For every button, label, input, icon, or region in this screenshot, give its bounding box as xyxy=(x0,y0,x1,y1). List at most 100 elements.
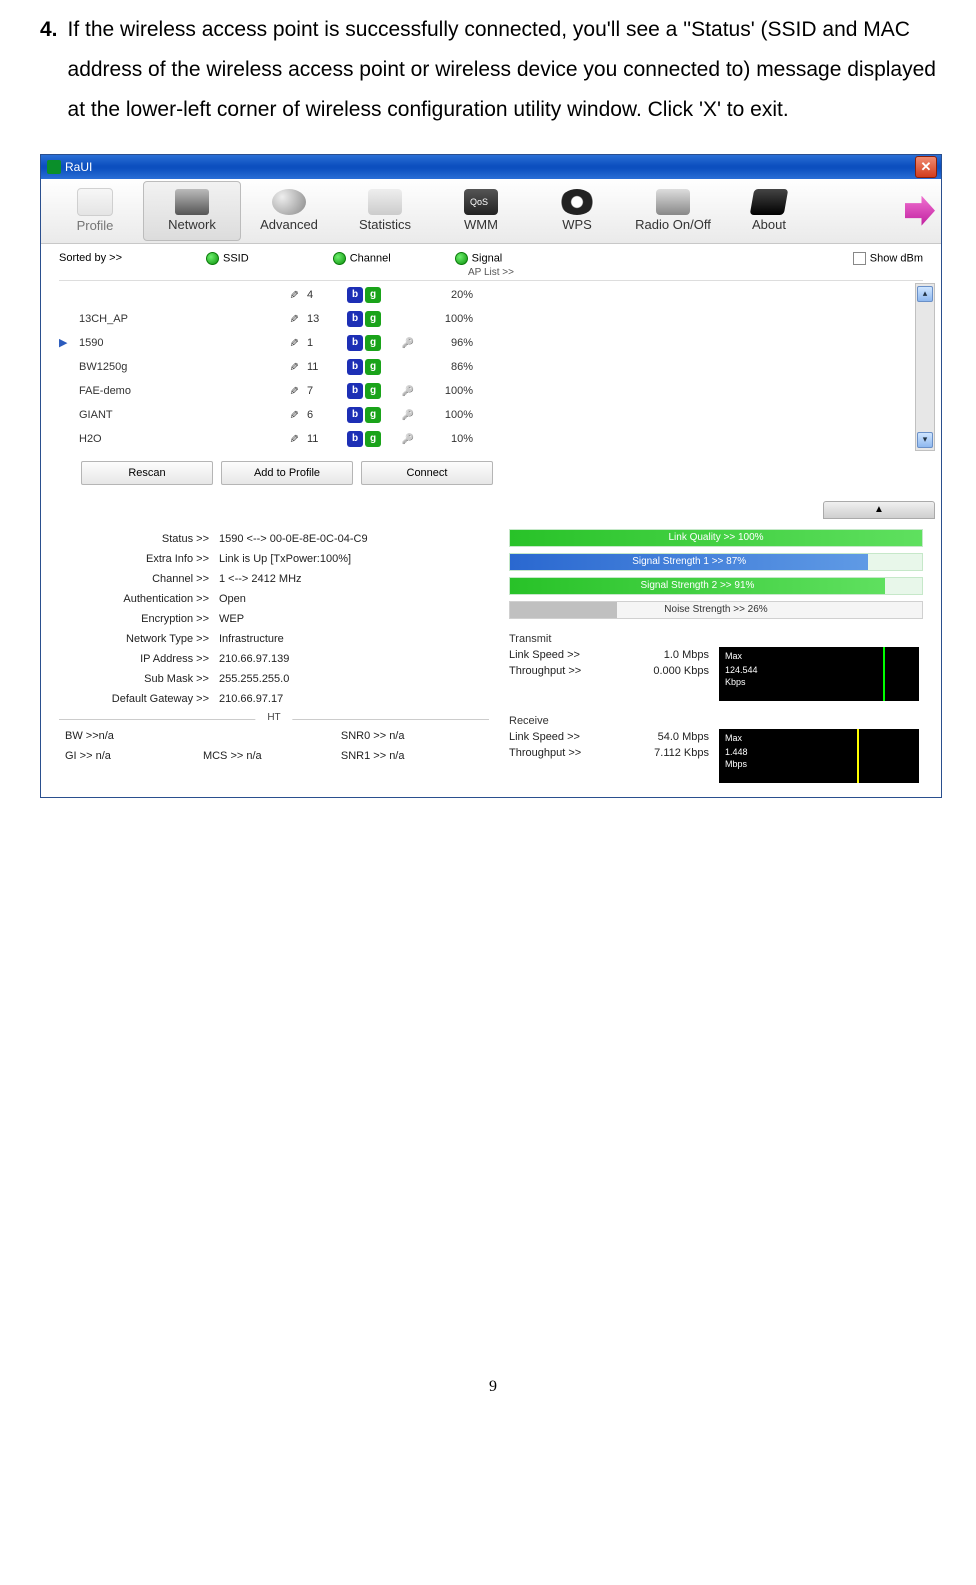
rx-linkspeed-value: 54.0 Mbps xyxy=(658,731,709,743)
radio-icon xyxy=(656,189,690,215)
gear-icon xyxy=(272,189,306,215)
page-number: 9 xyxy=(40,1378,946,1396)
gi-label: GI >> xyxy=(65,750,93,762)
ap-signal-bar xyxy=(483,409,911,421)
tab-wmm[interactable]: WMM xyxy=(433,182,529,240)
tab-advanced[interactable]: Advanced xyxy=(241,182,337,240)
channel-icon xyxy=(289,432,307,445)
ap-row[interactable]: GIANT6bg100% xyxy=(59,403,911,427)
ap-channel: 7 xyxy=(307,385,347,397)
encryption-key-icon xyxy=(393,385,423,397)
ap-scrollbar[interactable]: ▴ ▾ xyxy=(915,283,935,451)
ap-row[interactable]: ▶15901bg96% xyxy=(59,331,911,355)
ip-label: IP Address >> xyxy=(59,653,219,665)
ap-signal-bar xyxy=(483,433,911,445)
ap-channel: 4 xyxy=(307,289,347,301)
ap-row[interactable]: H2O11bg10% xyxy=(59,427,911,451)
ap-channel: 6 xyxy=(307,409,347,421)
ap-row[interactable]: BW1250g11bg86% xyxy=(59,355,911,379)
tx-throughput-value: 0.000 Kbps xyxy=(653,665,709,677)
ap-list-label: AP List >> xyxy=(59,267,923,281)
enc-value: WEP xyxy=(219,613,489,625)
link-quality-bar: Link Quality >> 100% xyxy=(510,530,922,546)
tab-radio[interactable]: Radio On/Off xyxy=(625,182,721,240)
ssid-radio-icon[interactable] xyxy=(206,252,219,265)
ht-section: HT BW >>n/a SNR0 >> n/a GI >> n/a MCS >>… xyxy=(59,719,489,768)
tab-wps-label: WPS xyxy=(562,217,592,232)
tab-network-label: Network xyxy=(168,217,216,232)
status-value: 1590 <--> 00-0E-8E-0C-04-C9 xyxy=(219,533,489,545)
ap-row[interactable]: 4bg20% xyxy=(59,283,911,307)
signal2-bar: Signal Strength 2 >> 91% xyxy=(510,578,885,594)
about-icon xyxy=(750,189,789,215)
ap-row[interactable]: FAE-demo7bg100% xyxy=(59,379,911,403)
action-bar: Rescan Add to Profile Connect xyxy=(41,457,941,495)
ap-signal-pct: 96% xyxy=(423,337,483,349)
raui-window: RaUI ✕ Profile Network Advanced Statisti… xyxy=(40,154,942,798)
tab-about[interactable]: About xyxy=(721,182,817,240)
ap-signal-bar xyxy=(483,337,911,349)
channel-value: 1 <--> 2412 MHz xyxy=(219,573,489,585)
add-to-profile-button[interactable]: Add to Profile xyxy=(221,461,353,485)
g-mode-icon: g xyxy=(365,359,381,375)
channel-radio-icon[interactable] xyxy=(333,252,346,265)
tab-radio-label: Radio On/Off xyxy=(635,217,711,232)
tab-statistics[interactable]: Statistics xyxy=(337,182,433,240)
tab-wmm-label: WMM xyxy=(464,217,498,232)
tab-network[interactable]: Network xyxy=(143,181,241,241)
scroll-down-icon[interactable]: ▾ xyxy=(917,432,933,448)
channel-icon xyxy=(289,288,307,301)
signal-radio-icon[interactable] xyxy=(455,252,468,265)
scroll-up-icon[interactable]: ▴ xyxy=(917,286,933,302)
wps-icon xyxy=(560,189,594,215)
b-mode-icon: b xyxy=(347,431,363,447)
collapse-toggle[interactable]: ▲ xyxy=(823,501,935,519)
tx-graph: Max 124.544 Kbps xyxy=(719,647,919,701)
channel-icon xyxy=(289,336,307,349)
rescan-button[interactable]: Rescan xyxy=(81,461,213,485)
rx-graph: Max 1.448 Mbps xyxy=(719,729,919,783)
rx-sparkline-icon xyxy=(857,729,859,783)
next-arrow-icon[interactable] xyxy=(905,196,935,226)
profile-icon xyxy=(77,188,113,216)
ap-channel: 1 xyxy=(307,337,347,349)
snr1-label: SNR1 >> xyxy=(341,750,386,762)
details-panel: Status >>1590 <--> 00-0E-8E-0C-04-C9 Ext… xyxy=(41,523,941,797)
status-block: Status >>1590 <--> 00-0E-8E-0C-04-C9 Ext… xyxy=(59,529,489,783)
ap-signal-bar xyxy=(483,289,911,301)
b-mode-icon: b xyxy=(347,407,363,423)
gi-value: n/a xyxy=(96,750,111,762)
main-tabs: Profile Network Advanced Statistics WMM … xyxy=(41,179,941,244)
show-dbm-label: Show dBm xyxy=(870,252,923,264)
ap-ssid: BW1250g xyxy=(73,361,289,373)
ap-ssid: FAE-demo xyxy=(73,385,289,397)
tab-wps[interactable]: WPS xyxy=(529,182,625,240)
ap-channel: 13 xyxy=(307,313,347,325)
network-icon xyxy=(175,189,209,215)
snr1-value: n/a xyxy=(389,750,404,762)
selected-icon: ▶ xyxy=(59,336,73,349)
ntype-value: Infrastructure xyxy=(219,633,489,645)
rx-linkspeed-label: Link Speed >> xyxy=(509,731,580,743)
tx-max-label: Max xyxy=(725,651,742,661)
b-mode-icon: b xyxy=(347,287,363,303)
mcs-label: MCS >> xyxy=(203,750,243,762)
meters-block: Link Quality >> 100% Signal Strength 1 >… xyxy=(509,529,923,783)
channel-label: Channel >> xyxy=(59,573,219,585)
tab-profile[interactable]: Profile xyxy=(47,182,143,240)
b-mode-icon: b xyxy=(347,311,363,327)
rx-max-value: 1.448 xyxy=(725,747,748,757)
tx-linkspeed-label: Link Speed >> xyxy=(509,649,580,661)
close-button[interactable]: ✕ xyxy=(915,156,937,178)
sort-signal-label: Signal xyxy=(472,252,503,264)
connect-button[interactable]: Connect xyxy=(361,461,493,485)
g-mode-icon: g xyxy=(365,383,381,399)
auth-label: Authentication >> xyxy=(59,593,219,605)
mask-label: Sub Mask >> xyxy=(59,673,219,685)
app-icon xyxy=(47,160,61,174)
show-dbm-checkbox[interactable] xyxy=(853,252,866,265)
ap-row[interactable]: 13CH_AP13bg100% xyxy=(59,307,911,331)
ht-title: HT xyxy=(255,712,292,723)
qos-icon xyxy=(464,189,498,215)
step-number: 4. xyxy=(40,10,58,130)
